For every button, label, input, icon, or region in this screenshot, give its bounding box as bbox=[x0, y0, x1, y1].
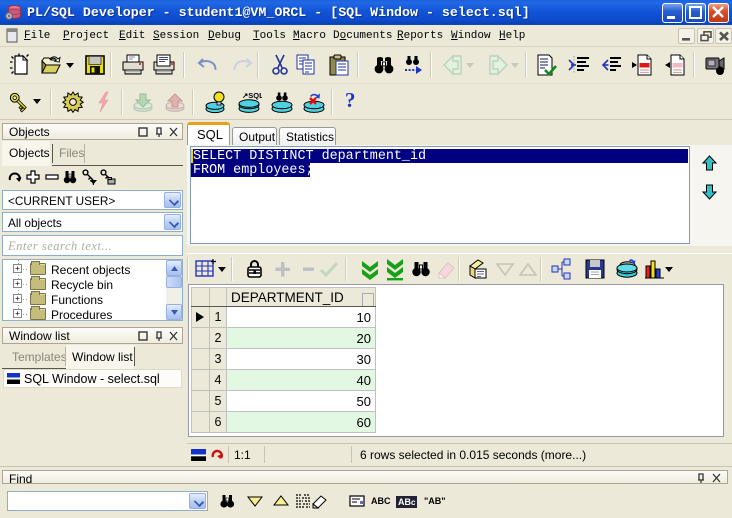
svg-text:↗SQL: ↗SQL bbox=[242, 91, 262, 100]
